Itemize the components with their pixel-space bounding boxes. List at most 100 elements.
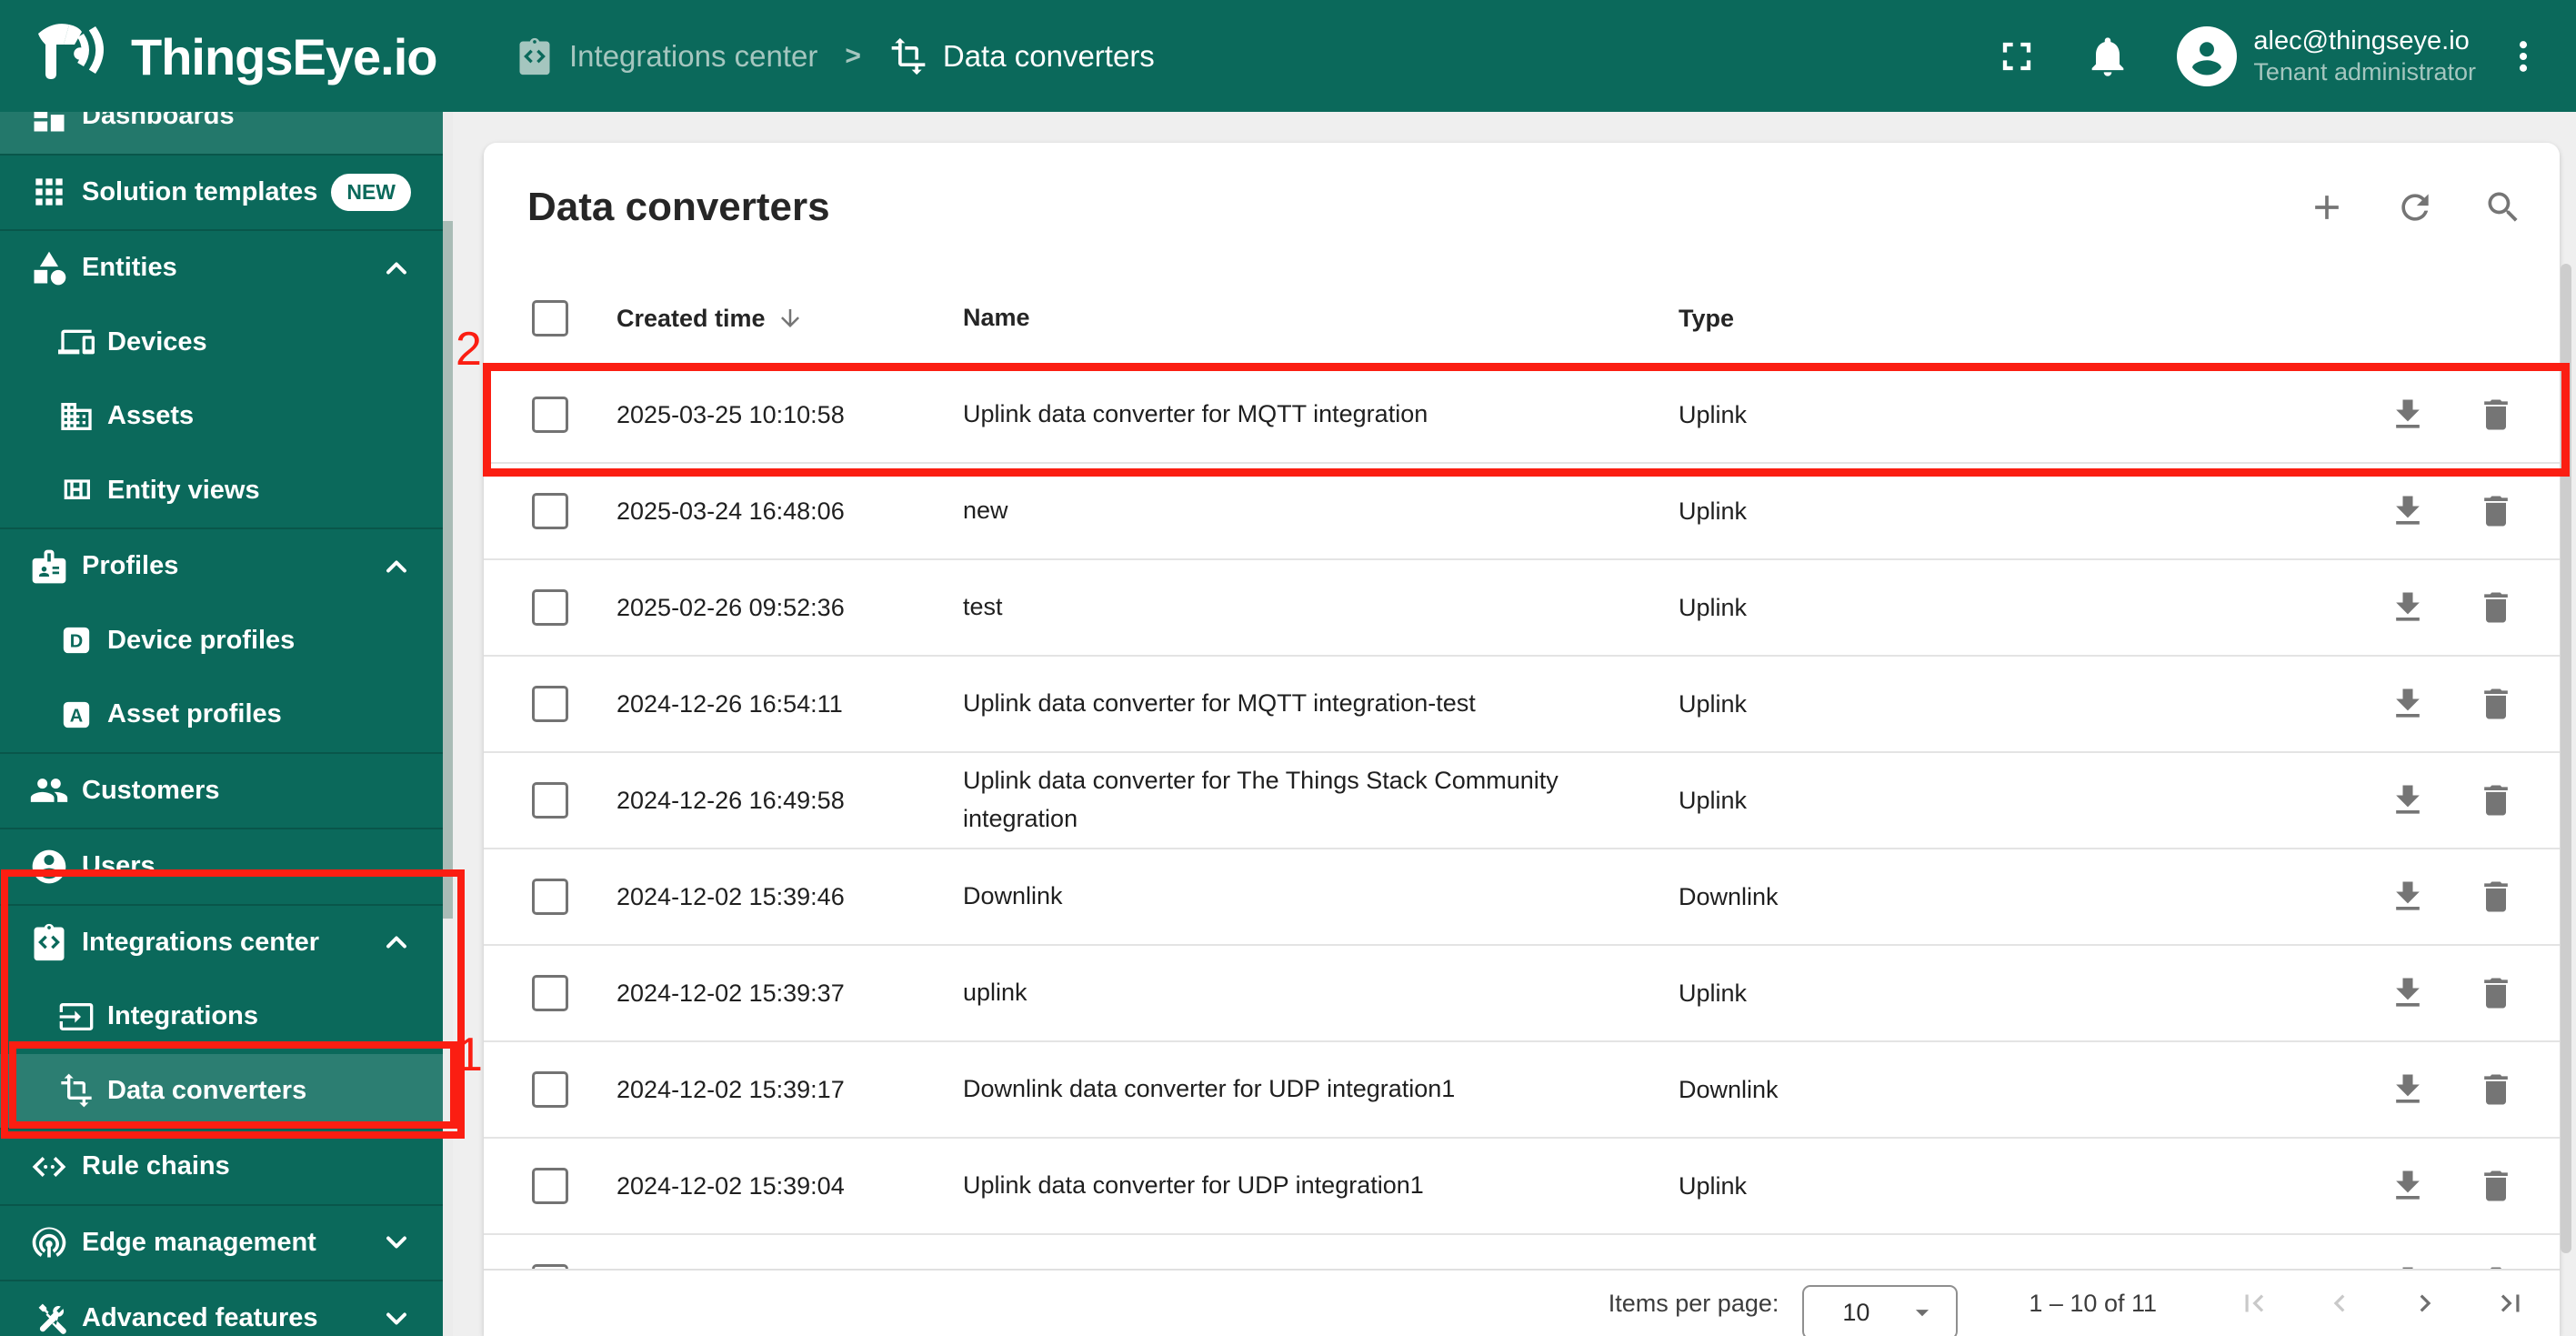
chevron-down-icon[interactable] — [380, 1302, 413, 1335]
cell-type: Downlink — [1679, 882, 1779, 910]
table-body: 2025-03-25 10:10:58 Uplink data converte… — [484, 367, 2560, 1269]
download-button[interactable] — [2388, 877, 2428, 917]
download-button[interactable] — [2388, 395, 2428, 435]
sort-desc-icon[interactable] — [777, 305, 804, 332]
download-button[interactable] — [2388, 780, 2428, 820]
cell-created-time: 2024-12-02 15:39:17 — [616, 1075, 845, 1103]
sidebar-item-dashboards[interactable]: Dashboards — [0, 112, 453, 154]
delete-button[interactable] — [2476, 491, 2516, 531]
sidebar-item-entities[interactable]: Entities — [0, 229, 453, 306]
row-checkbox[interactable] — [532, 493, 568, 529]
page-size-select[interactable]: 10 — [1802, 1285, 1959, 1336]
sidebar-item-solution-templates[interactable]: Solution templates NEW — [0, 153, 453, 230]
delete-button[interactable] — [2476, 1262, 2516, 1269]
delete-button[interactable] — [2476, 588, 2516, 628]
integration-icon — [29, 922, 69, 962]
row-checkbox[interactable] — [532, 589, 568, 626]
letter-a-icon: A — [58, 697, 95, 733]
search-button[interactable] — [2483, 187, 2523, 227]
next-page-button[interactable] — [2408, 1286, 2442, 1321]
last-page-button[interactable] — [2493, 1286, 2528, 1321]
sidebar-item-devices[interactable]: Devices — [0, 306, 453, 380]
row-checkbox[interactable] — [532, 686, 568, 722]
table-row[interactable]: 2024-12-02 15:39:37 uplink Uplink — [484, 946, 2560, 1042]
table-row[interactable]: 2024-12-02 15:39:46 Downlink Downlink — [484, 849, 2560, 946]
sidebar-item-data-converters[interactable]: Data converters — [0, 1053, 453, 1128]
fullscreen-button[interactable] — [1993, 33, 2040, 80]
user-email: alec@thingseye.io — [2253, 25, 2470, 55]
app-logo[interactable]: ThingsEye.io — [35, 13, 437, 100]
delete-button[interactable] — [2476, 877, 2516, 917]
table-row[interactable]: 2024-12-02 15:38:38 Downlink data conver… — [484, 1235, 2560, 1269]
table-row[interactable]: 2025-03-24 16:48:06 new Uplink — [484, 464, 2560, 560]
breadcrumb-integrations-center[interactable]: Integrations center — [515, 36, 817, 76]
table-row[interactable]: 2025-03-25 10:10:58 Uplink data converte… — [484, 367, 2560, 464]
row-checkbox[interactable] — [532, 879, 568, 915]
column-header-type[interactable]: Type — [1679, 305, 2320, 333]
page-title: Data converters — [527, 184, 830, 229]
devices-icon — [58, 324, 95, 360]
select-all-checkbox[interactable] — [532, 300, 568, 337]
download-button[interactable] — [2388, 491, 2428, 531]
first-page-button[interactable] — [2237, 1286, 2271, 1321]
table-row[interactable]: 2025-02-26 09:52:36 test Uplink — [484, 560, 2560, 657]
delete-button[interactable] — [2476, 973, 2516, 1013]
input-icon — [58, 999, 95, 1035]
cell-created-time: 2024-12-02 15:39:46 — [616, 882, 845, 910]
sidebar-item-integrations[interactable]: Integrations — [0, 979, 453, 1054]
table-row[interactable]: 2024-12-26 16:54:11 Uplink data converte… — [484, 657, 2560, 753]
sidebar-item-rule-chains[interactable]: Rule chains — [0, 1128, 453, 1204]
sidebar-item-asset-profiles[interactable]: A Asset profiles — [0, 678, 453, 752]
cell-name: Uplink data converter for MQTT integrati… — [963, 400, 1428, 428]
breadcrumb-data-converters[interactable]: Data converters — [888, 36, 1155, 76]
download-button[interactable] — [2388, 588, 2428, 628]
cell-created-time: 2024-12-02 15:39:37 — [616, 979, 845, 1007]
sidebar-item-profiles[interactable]: Profiles — [0, 527, 453, 604]
avatar[interactable] — [2177, 25, 2238, 86]
user-info[interactable]: alec@thingseye.io Tenant administrator — [2253, 25, 2476, 88]
chevron-up-icon[interactable] — [380, 252, 413, 285]
table-row[interactable]: 2024-12-02 15:39:04 Uplink data converte… — [484, 1139, 2560, 1235]
chevron-up-icon[interactable] — [380, 926, 413, 959]
download-button[interactable] — [2388, 1262, 2428, 1269]
column-header-created-time[interactable]: Created time — [616, 305, 963, 333]
row-checkbox[interactable] — [532, 782, 568, 819]
delete-button[interactable] — [2476, 1070, 2516, 1110]
row-checkbox[interactable] — [532, 397, 568, 433]
table-row[interactable]: 2024-12-02 15:39:17 Downlink data conver… — [484, 1042, 2560, 1139]
sidebar-item-device-profiles[interactable]: D Device profiles — [0, 604, 453, 678]
sidebar-item-advanced-features[interactable]: Advanced features — [0, 1280, 453, 1336]
more-menu-button[interactable] — [2503, 34, 2543, 79]
download-button[interactable] — [2388, 973, 2428, 1013]
sidebar-item-edge-management[interactable]: Edge management — [0, 1203, 453, 1281]
sidebar-scrollbar-track[interactable] — [443, 112, 453, 1336]
delete-button[interactable] — [2476, 684, 2516, 724]
delete-button[interactable] — [2476, 395, 2516, 435]
row-checkbox[interactable] — [532, 975, 568, 1011]
previous-page-button[interactable] — [2322, 1286, 2357, 1321]
window-scrollbar-thumb[interactable] — [2561, 264, 2571, 1253]
sidebar-item-entity-views[interactable]: Entity views — [0, 454, 453, 528]
row-checkbox[interactable] — [532, 1168, 568, 1204]
chevron-up-icon[interactable] — [380, 550, 413, 583]
sidebar-item-assets[interactable]: Assets — [0, 379, 453, 454]
card-toolbar: Data converters — [484, 143, 2560, 271]
notifications-button[interactable] — [2084, 33, 2131, 80]
sidebar-scrollbar-thumb[interactable] — [443, 221, 453, 919]
sidebar-item-integrations-center[interactable]: Integrations center — [0, 903, 453, 980]
download-button[interactable] — [2388, 684, 2428, 724]
badge-icon — [29, 547, 69, 587]
delete-button[interactable] — [2476, 1166, 2516, 1206]
sidebar-item-customers[interactable]: Customers — [0, 751, 453, 829]
refresh-button[interactable] — [2395, 187, 2435, 227]
row-checkbox[interactable] — [532, 1071, 568, 1108]
chevron-down-icon[interactable] — [380, 1226, 413, 1259]
add-converter-button[interactable] — [2307, 187, 2347, 227]
table-row[interactable]: 2024-12-26 16:49:58 Uplink data converte… — [484, 753, 2560, 849]
download-button[interactable] — [2388, 1070, 2428, 1110]
column-header-name[interactable]: Name — [963, 299, 1679, 337]
sidebar-item-users[interactable]: Users — [0, 828, 453, 904]
cell-type: Uplink — [1679, 979, 1748, 1007]
download-button[interactable] — [2388, 1166, 2428, 1206]
delete-button[interactable] — [2476, 780, 2516, 820]
